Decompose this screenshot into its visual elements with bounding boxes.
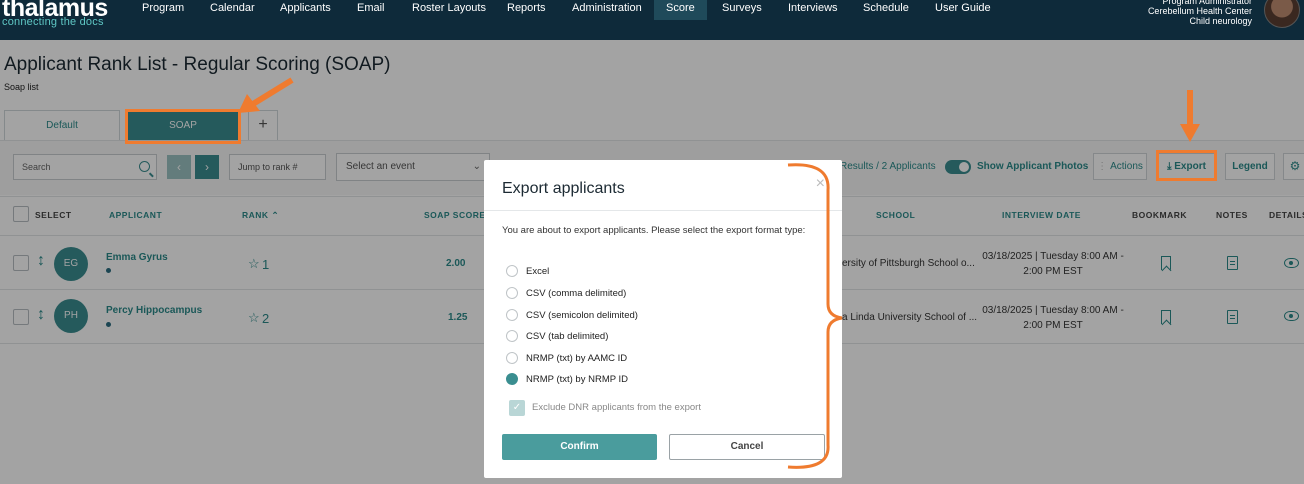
highlight-box-soap-tab (125, 109, 241, 144)
nav-item-schedule[interactable]: Schedule (859, 0, 913, 20)
confirm-button[interactable]: Confirm (502, 434, 657, 460)
nav-item-calendar[interactable]: Calendar (206, 0, 259, 20)
nav-item-administration[interactable]: Administration (568, 0, 646, 20)
user-program: Child neurology (1189, 16, 1252, 26)
nav-item-user-guide[interactable]: User Guide (931, 0, 995, 20)
exclude-dnr-label: Exclude DNR applicants from the export (532, 402, 701, 413)
radio-button[interactable] (506, 309, 518, 321)
option-label: NRMP (txt) by NRMP ID (526, 374, 629, 385)
nav-item-roster-layouts[interactable]: Roster Layouts (408, 0, 490, 20)
exclude-dnr-checkbox: ✓ (509, 400, 525, 416)
top-navigation: thalamus connecting the docs Program Cal… (0, 0, 1304, 40)
nav-item-program[interactable]: Program (138, 0, 188, 20)
user-avatar[interactable] (1264, 0, 1300, 28)
close-icon[interactable]: × (816, 175, 825, 193)
modal-divider (484, 210, 842, 211)
user-org: Cerebellum Health Center (1147, 6, 1252, 16)
radio-button[interactable] (506, 352, 518, 364)
option-label: CSV (semicolon delimited) (526, 310, 638, 321)
highlight-box-export (1156, 150, 1217, 181)
nav-item-score[interactable]: Score (654, 0, 707, 20)
nav-item-email[interactable]: Email (353, 0, 389, 20)
export-applicants-modal: Export applicants × You are about to exp… (484, 160, 842, 478)
nav-item-reports[interactable]: Reports (503, 0, 550, 20)
radio-button[interactable] (506, 265, 518, 277)
option-label: Excel (526, 266, 550, 277)
modal-description: You are about to export applicants. Plea… (502, 225, 806, 236)
modal-title: Export applicants (502, 180, 625, 197)
nav-item-interviews[interactable]: Interviews (784, 0, 842, 20)
cancel-button[interactable]: Cancel (669, 434, 825, 460)
option-label: CSV (tab delimited) (526, 331, 609, 342)
nav-item-surveys[interactable]: Surveys (718, 0, 766, 20)
thalamus-logo[interactable]: thalamus connecting the docs (2, 0, 108, 28)
logo-tagline: connecting the docs (2, 16, 104, 28)
checkmark-icon: ✓ (512, 402, 522, 413)
radio-button[interactable] (506, 287, 518, 299)
radio-button-selected[interactable] (506, 373, 518, 385)
nav-item-applicants[interactable]: Applicants (276, 0, 335, 20)
option-label: NRMP (txt) by AAMC ID (526, 353, 628, 364)
option-label: CSV (comma delimited) (526, 288, 627, 299)
user-info[interactable]: Program Administrator Cerebellum Health … (1148, 0, 1252, 26)
radio-button[interactable] (506, 330, 518, 342)
